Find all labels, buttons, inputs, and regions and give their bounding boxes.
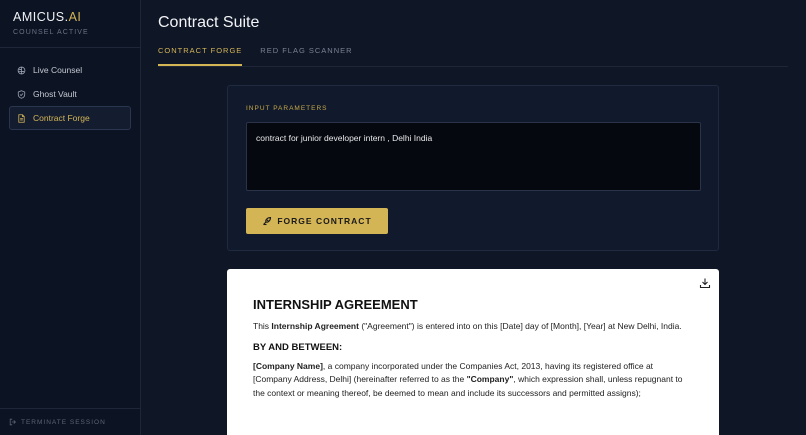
brand: AMICUS.AI COUNSEL ACTIVE: [0, 0, 140, 48]
brand-logo: AMICUS.AI: [13, 10, 127, 24]
sidebar-nav: Live Counsel Ghost Vault Contract Forge: [0, 48, 140, 130]
text-segment-bold: "Company": [466, 374, 514, 385]
sidebar-item-label: Live Counsel: [33, 65, 83, 75]
text-segment: This: [253, 321, 272, 331]
download-icon[interactable]: [699, 277, 711, 289]
input-parameters-label: INPUT PARAMETERS: [246, 105, 328, 112]
brand-status: COUNSEL ACTIVE: [13, 29, 89, 36]
document-party-paragraph: [Company Name], a company incorporated u…: [253, 360, 693, 400]
sidebar-item-label: Ghost Vault: [33, 89, 77, 99]
sidebar-item-label: Contract Forge: [33, 113, 90, 123]
text-segment-bold: Internship Agreement: [271, 321, 359, 331]
tab-bar: CONTRACT FORGE RED FLAG SCANNER: [158, 46, 788, 67]
page-title: Contract Suite: [158, 14, 260, 31]
contract-prompt-input[interactable]: contract for junior developer intern , D…: [246, 122, 701, 191]
text-segment-bold: [Company Name]: [253, 361, 323, 372]
brand-name-accent: AI: [68, 10, 82, 24]
tab-red-flag-scanner[interactable]: RED FLAG SCANNER: [260, 46, 352, 66]
text-segment: ("Agreement") is entered into on this [D…: [358, 321, 682, 331]
terminate-session-button[interactable]: TERMINATE SESSION: [0, 408, 140, 435]
sidebar-item-live-counsel[interactable]: Live Counsel: [9, 58, 131, 82]
quill-icon: [263, 216, 272, 226]
sidebar-item-ghost-vault[interactable]: Ghost Vault: [9, 82, 131, 106]
logout-icon: [9, 418, 16, 426]
main-content: Contract Suite CONTRACT FORGE RED FLAG S…: [141, 0, 806, 435]
forge-contract-label: FORGE CONTRACT: [277, 216, 372, 226]
document-icon: [17, 113, 26, 123]
document-intro-paragraph: This Internship Agreement ("Agreement") …: [253, 320, 693, 333]
generated-contract-document: INTERNSHIP AGREEMENT This Internship Agr…: [227, 269, 719, 435]
document-section-heading: BY AND BETWEEN:: [253, 342, 343, 354]
document-title: INTERNSHIP AGREEMENT: [253, 297, 418, 312]
input-parameters-panel: INPUT PARAMETERS contract for junior dev…: [227, 85, 719, 251]
shield-icon: [17, 89, 26, 99]
forge-contract-button[interactable]: FORGE CONTRACT: [246, 208, 388, 234]
terminate-session-label: TERMINATE SESSION: [21, 418, 106, 426]
tab-contract-forge[interactable]: CONTRACT FORGE: [158, 46, 243, 66]
sidebar-item-contract-forge[interactable]: Contract Forge: [9, 106, 131, 130]
brain-icon: [17, 66, 26, 75]
sidebar: AMICUS.AI COUNSEL ACTIVE Live Counsel Gh…: [0, 0, 141, 435]
brand-name-main: AMICUS.: [13, 10, 69, 24]
